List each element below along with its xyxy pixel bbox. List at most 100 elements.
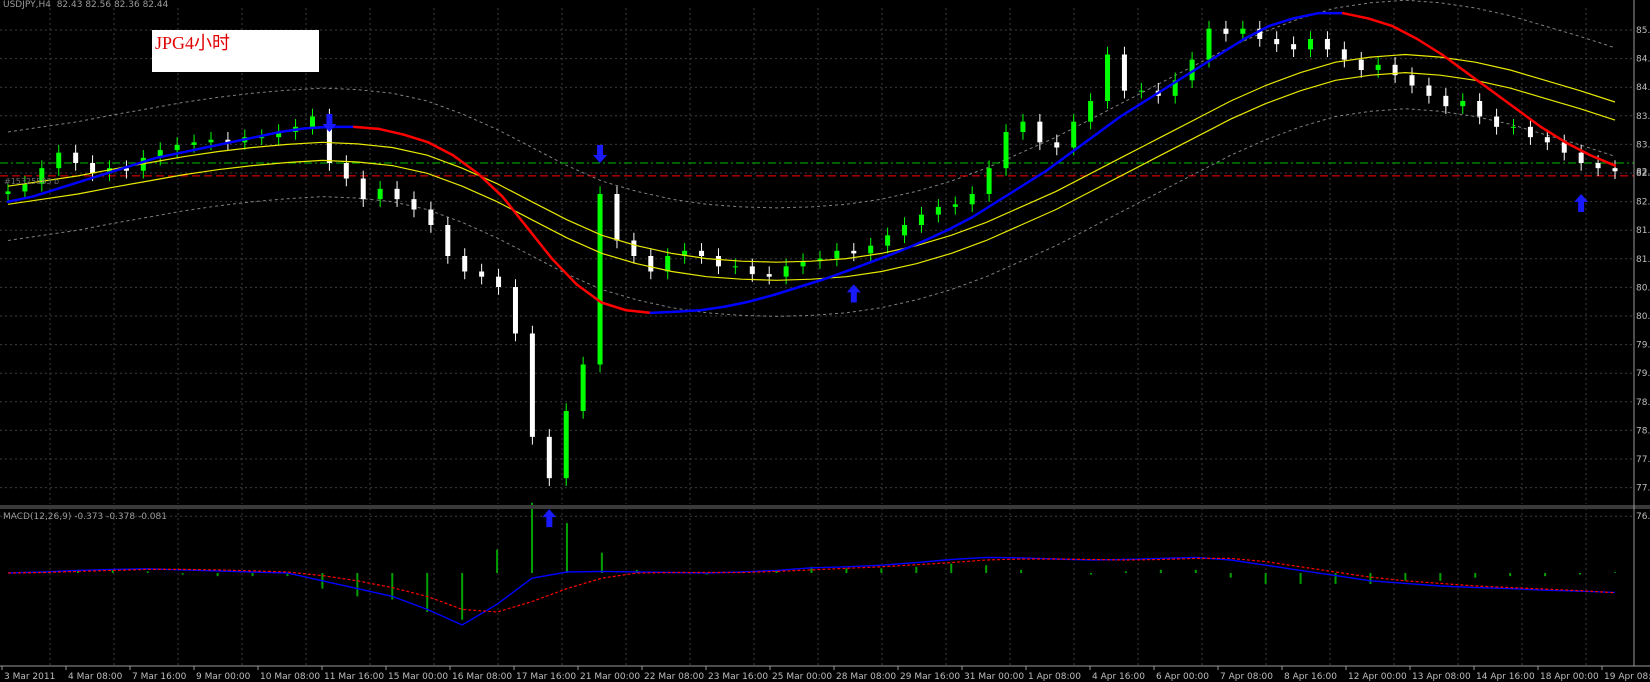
time-tick-label: 6 Apr 00:00 bbox=[1156, 672, 1209, 682]
candle-body bbox=[343, 163, 349, 179]
macd-panel bbox=[7, 502, 1616, 626]
ma-fast-segment bbox=[1094, 115, 1122, 136]
ma-fast-segment bbox=[377, 127, 405, 136]
candle-body bbox=[1291, 44, 1297, 50]
chart-header: USDJPY,H4 82.43 82.56 82.36 82.44 bbox=[3, 0, 168, 10]
price-tick-label: 77. bbox=[1636, 484, 1650, 494]
ma-fast-segment bbox=[970, 200, 999, 219]
ma-fast-segment bbox=[600, 301, 628, 312]
ma-fast-segment bbox=[1242, 24, 1271, 41]
candle-body bbox=[1511, 126, 1517, 128]
candle-body bbox=[1223, 28, 1229, 34]
time-tick-label: 21 Mar 00:00 bbox=[580, 672, 640, 682]
candle-body bbox=[309, 116, 315, 127]
ma-fast-segment bbox=[847, 259, 875, 272]
time-tick-label: 15 Mar 00:00 bbox=[388, 672, 448, 682]
candle-body bbox=[1037, 121, 1043, 143]
macd-signal-line bbox=[7, 557, 1616, 613]
time-tick-label: 28 Mar 08:00 bbox=[836, 672, 896, 682]
candle-body bbox=[986, 168, 992, 194]
candle-body bbox=[1138, 90, 1144, 92]
candle-body bbox=[1240, 28, 1246, 34]
ma-fast-segment bbox=[1391, 24, 1419, 41]
candle-body bbox=[1477, 101, 1483, 117]
ma-fast-segment bbox=[896, 240, 925, 254]
candle-body bbox=[512, 287, 518, 334]
candle-body bbox=[546, 436, 552, 479]
ma-fast-segment bbox=[451, 154, 479, 175]
ma-fast-segment bbox=[550, 257, 578, 286]
ma-fast-segment bbox=[1045, 151, 1073, 172]
ma-fast-segment bbox=[1490, 89, 1518, 110]
price-tick-label: 76. bbox=[1636, 512, 1650, 522]
price-tick-label: 79. bbox=[1636, 341, 1650, 351]
time-tick-label: 31 Mar 00:00 bbox=[964, 672, 1024, 682]
candle-body bbox=[174, 144, 180, 151]
sell-arrow-icon bbox=[593, 145, 608, 163]
price-tick-label: 80. bbox=[1636, 283, 1650, 293]
candle-body bbox=[952, 204, 958, 207]
time-tick-label: 19 Apr 08:00 bbox=[1604, 672, 1650, 682]
time-tick-label: 14 Apr 16:00 bbox=[1476, 672, 1535, 682]
ma-fast-segment bbox=[352, 125, 381, 131]
bollinger-lower bbox=[7, 108, 1616, 317]
candle-body bbox=[1375, 64, 1381, 70]
time-tick-label: 16 Mar 08:00 bbox=[452, 672, 512, 682]
candle-body bbox=[648, 256, 654, 272]
ma-fast-segment bbox=[1539, 125, 1567, 144]
ma-fast-segment bbox=[624, 309, 653, 315]
timeframe-label-box[interactable]: JPG4小时 bbox=[152, 30, 319, 72]
candle-body bbox=[1578, 152, 1584, 163]
ma-fast-segment bbox=[1341, 11, 1370, 20]
time-tick-label: 13 Apr 08:00 bbox=[1412, 672, 1471, 682]
ma-fast-segment bbox=[56, 179, 84, 191]
candle-body bbox=[56, 152, 62, 169]
time-tick-label: 4 Mar 08:00 bbox=[68, 672, 123, 682]
ma-fast-segment bbox=[402, 133, 430, 144]
candle-body bbox=[969, 194, 975, 205]
candle-body bbox=[715, 256, 721, 267]
time-tick-label: 10 Mar 08:00 bbox=[260, 672, 320, 682]
ma-fast-segment bbox=[1119, 99, 1147, 118]
candle-body bbox=[851, 250, 857, 254]
candle-body bbox=[411, 199, 417, 210]
candle-body bbox=[631, 240, 637, 256]
time-tick-label: 7 Apr 08:00 bbox=[1220, 672, 1273, 682]
candlesticks bbox=[5, 20, 1618, 486]
ma-fast-segment bbox=[674, 309, 702, 314]
time-tick-label: 7 Mar 16:00 bbox=[132, 672, 187, 682]
ma-slow-line bbox=[7, 53, 1616, 263]
object-label: #15325583 b bbox=[4, 177, 60, 186]
time-tick-label: 4 Apr 16:00 bbox=[1092, 672, 1145, 682]
candle-body bbox=[1527, 126, 1533, 138]
candle-body bbox=[766, 274, 772, 277]
candle-body bbox=[5, 191, 11, 194]
candle-body bbox=[1595, 163, 1601, 169]
candle-body bbox=[935, 206, 941, 215]
ma-fast-segment bbox=[1415, 37, 1444, 56]
candle-body bbox=[377, 188, 383, 200]
candle-body bbox=[1206, 28, 1212, 60]
ma-fast-segment bbox=[748, 293, 776, 303]
price-tick-label: 81. bbox=[1636, 255, 1650, 265]
ma-fast-segment bbox=[872, 250, 900, 263]
ma-fast-segment bbox=[1218, 37, 1246, 56]
candle-body bbox=[496, 276, 502, 287]
candle-body bbox=[1054, 142, 1060, 148]
price-tick-label: 84. bbox=[1636, 83, 1650, 93]
candle-body bbox=[665, 256, 671, 272]
time-tick-label: 29 Mar 16:00 bbox=[900, 672, 960, 682]
time-tick-label: 18 Apr 00:00 bbox=[1540, 672, 1599, 682]
price-chart[interactable]: 85. 84. 84. 83. 83. 82. 82. 81. 81. 80. 80. 79. 79. 7… bbox=[0, 0, 1650, 682]
ma-fast-segment bbox=[995, 185, 1023, 203]
candle-body bbox=[563, 411, 569, 479]
candle-body bbox=[614, 194, 620, 241]
ma-fast-segment bbox=[204, 141, 232, 149]
horizontal-lines bbox=[0, 162, 1634, 177]
price-tick-label: 83. bbox=[1636, 140, 1650, 150]
time-tick-label: 3 Mar 2011 bbox=[4, 672, 55, 682]
ma-fast-segment bbox=[1440, 53, 1468, 74]
candle-body bbox=[1544, 137, 1550, 143]
time-tick-label: 22 Mar 08:00 bbox=[644, 672, 704, 682]
candle-body bbox=[580, 364, 586, 411]
